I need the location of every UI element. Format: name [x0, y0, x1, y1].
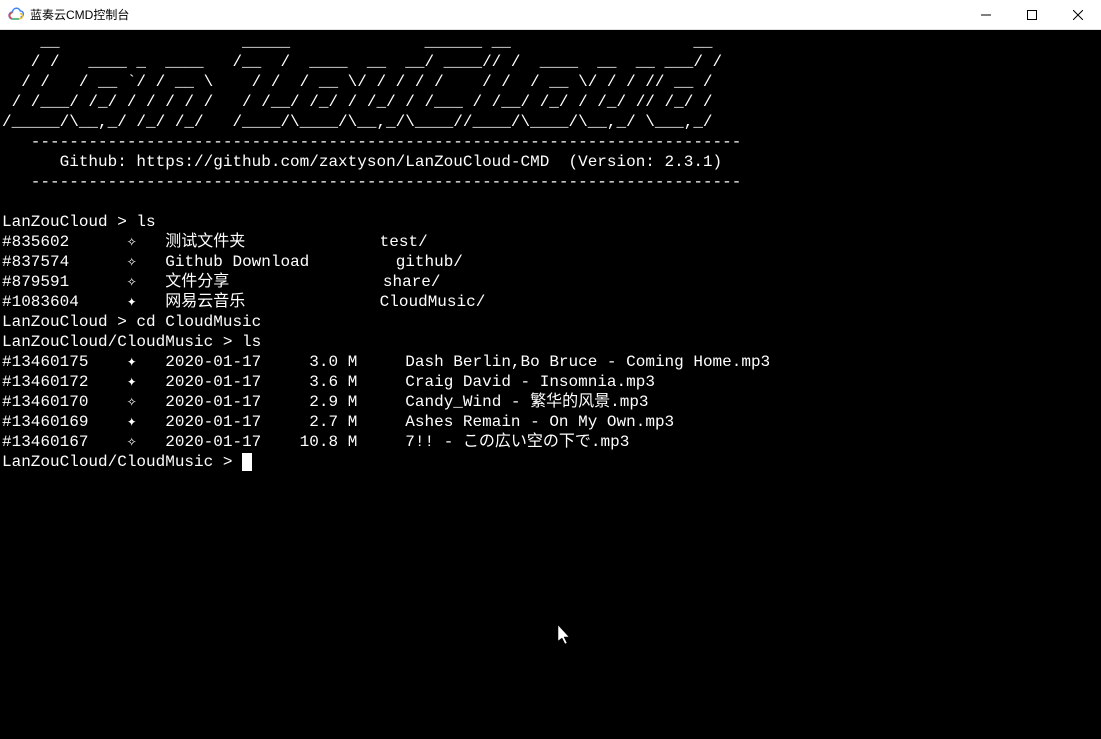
banner-info: Github: https://github.com/zaxtyson/LanZ…: [2, 152, 1101, 172]
file-row: #13460175 ✦ 2020-01-17 3.0 M Dash Berlin…: [2, 352, 1101, 372]
banner-separator-bottom: ----------------------------------------…: [2, 172, 1101, 192]
prompt-line-1: LanZouCloud > ls: [2, 212, 1101, 232]
app-cloud-icon: [8, 7, 24, 23]
file-row: #13460167 ✧ 2020-01-17 10.8 M 7!! - この広い…: [2, 432, 1101, 452]
file-row: #13460169 ✦ 2020-01-17 2.7 M Ashes Remai…: [2, 412, 1101, 432]
folder-listing: #835602 ✧ 测试文件夹 test/#837574 ✧ Github Do…: [2, 232, 1101, 312]
prompt-4: LanZouCloud/CloudMusic >: [2, 453, 242, 471]
file-row: #13460170 ✧ 2020-01-17 2.9 M Candy_Wind …: [2, 392, 1101, 412]
prompt-2: LanZouCloud >: [2, 313, 136, 331]
maximize-button[interactable]: [1009, 0, 1055, 29]
prompt-3: LanZouCloud/CloudMusic >: [2, 333, 242, 351]
prompt-1: LanZouCloud >: [2, 213, 136, 231]
command-3: ls: [242, 333, 261, 351]
folder-row: #879591 ✧ 文件分享 share/: [2, 272, 1101, 292]
mouse-cursor-icon: [558, 625, 574, 647]
ascii-banner: __ _____ ______ __ __ / / ____ _ ____ /_…: [2, 32, 1101, 132]
prompt-line-4: LanZouCloud/CloudMusic >: [2, 452, 1101, 472]
titlebar: 蓝奏云CMD控制台: [0, 0, 1101, 30]
minimize-button[interactable]: [963, 0, 1009, 29]
folder-row: #837574 ✧ Github Download github/: [2, 252, 1101, 272]
file-listing: #13460175 ✦ 2020-01-17 3.0 M Dash Berlin…: [2, 352, 1101, 452]
close-button[interactable]: [1055, 0, 1101, 29]
window-title: 蓝奏云CMD控制台: [30, 6, 963, 23]
terminal[interactable]: __ _____ ______ __ __ / / ____ _ ____ /_…: [0, 30, 1101, 739]
file-row: #13460172 ✦ 2020-01-17 3.6 M Craig David…: [2, 372, 1101, 392]
terminal-cursor: [242, 453, 252, 471]
folder-row: #1083604 ✦ 网易云音乐 CloudMusic/: [2, 292, 1101, 312]
banner-separator-top: ----------------------------------------…: [2, 132, 1101, 152]
prompt-line-2: LanZouCloud > cd CloudMusic: [2, 312, 1101, 332]
folder-row: #835602 ✧ 测试文件夹 test/: [2, 232, 1101, 252]
command-1: ls: [136, 213, 155, 231]
window-controls: [963, 0, 1101, 29]
prompt-line-3: LanZouCloud/CloudMusic > ls: [2, 332, 1101, 352]
command-2: cd CloudMusic: [136, 313, 261, 331]
